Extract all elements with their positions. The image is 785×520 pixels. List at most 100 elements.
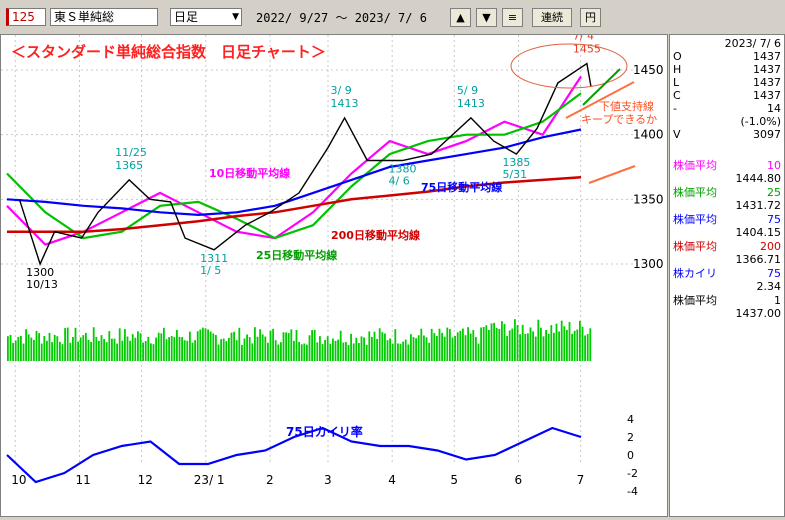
indicator-value-row: 1437.00	[670, 307, 784, 320]
volume-bar	[256, 336, 259, 361]
volume-bar	[12, 342, 14, 361]
volume-bar	[527, 333, 529, 361]
info-sidebar: 2023/ 7/ 6 O 1437 H 1437 L 1437 C 1437 - 14 (-1.0%…	[669, 34, 785, 517]
volume-bar	[326, 336, 329, 361]
indicator-value-row: 1366.71	[670, 253, 784, 266]
volume-bar	[537, 319, 540, 361]
volume-bar	[98, 340, 100, 361]
volume-bar	[38, 333, 40, 361]
volume-bar	[298, 341, 300, 361]
volume-bar	[85, 332, 87, 361]
volume-bar	[519, 334, 521, 361]
renzoku-button[interactable]: 連続	[532, 8, 572, 27]
volume-bar	[337, 339, 339, 361]
volume-bar	[290, 329, 293, 361]
volume-bar	[306, 344, 308, 361]
ohlc-row: H 1437	[670, 63, 784, 76]
indicator-value: 1437.00	[735, 307, 782, 320]
ohlc-row: (-1.0%)	[670, 115, 784, 128]
volume-bar	[576, 329, 579, 361]
volume-bar	[506, 336, 508, 361]
stock-name-field[interactable]: 東Ｓ単純総	[50, 8, 158, 26]
highlight-ellipse	[510, 43, 628, 89]
volume-bar	[334, 340, 337, 361]
indicator-value-row: 1404.15	[670, 226, 784, 239]
indicator-label-row: 株価平均 25	[670, 186, 784, 199]
volume-bar	[415, 338, 417, 361]
stock-code-field[interactable]: 125	[6, 8, 46, 26]
ohlc-row: L 1437	[670, 76, 784, 89]
yen-button[interactable]: 円	[580, 8, 601, 27]
volume-bar	[46, 340, 48, 361]
volume-bar	[168, 337, 170, 361]
indicator-param: 25	[767, 186, 781, 199]
indicator-label-row: 株価平均 10	[670, 159, 784, 172]
volume-bar	[77, 341, 79, 361]
volume-bar	[173, 337, 176, 361]
volume-bar	[358, 343, 360, 361]
scroll-down-button[interactable]: ▼	[476, 8, 497, 27]
volume-bar	[17, 337, 20, 361]
volume-bar	[282, 332, 285, 361]
period-select[interactable]: 日足 ▼	[170, 8, 242, 26]
volume-bar	[454, 336, 456, 361]
ohlc-value: 3097	[753, 128, 781, 141]
volume-bar	[100, 335, 103, 361]
volume-bar	[394, 329, 397, 361]
volume-bar	[464, 335, 467, 361]
x-tick-label: 4	[388, 473, 396, 487]
volume-bar	[35, 330, 38, 361]
volume-bar	[571, 333, 573, 361]
y-tick-label: 1350	[633, 192, 664, 206]
indicator-value: 1431.72	[735, 199, 782, 212]
volume-bar	[152, 344, 155, 361]
kairi-tick-label: -4	[627, 485, 638, 498]
volume-bar	[532, 331, 534, 361]
volume-bar	[584, 335, 586, 361]
volume-bar	[493, 322, 495, 361]
volume-bar	[459, 330, 462, 361]
volume-bar	[402, 341, 404, 361]
indicator-label: 株価平均	[673, 213, 717, 226]
volume-bar	[217, 344, 220, 361]
volume-bar	[261, 334, 264, 361]
menu-button[interactable]: ≡	[502, 8, 523, 27]
annotation-sub: 1365	[115, 159, 143, 172]
volume-bar	[129, 340, 131, 361]
scroll-up-button[interactable]: ▲	[450, 8, 471, 27]
volume-bar	[116, 343, 118, 361]
volume-bar	[287, 333, 290, 361]
volume-bar	[555, 323, 558, 361]
volume-bar	[319, 336, 321, 361]
ohlc-key: -	[673, 102, 677, 115]
annotation-sub: 10/13	[26, 278, 58, 291]
volume-bar	[417, 335, 420, 361]
chart-title: ＜スタンダード単純総合指数 日足チャート＞	[11, 43, 326, 61]
volume-bar	[498, 329, 501, 361]
volume-bar	[212, 333, 215, 361]
annotation-text: 11/25	[115, 146, 147, 159]
ohlc-key: L	[673, 76, 680, 89]
x-tick-label: 11	[75, 473, 90, 487]
indicator-value-row: 1431.72	[670, 199, 784, 212]
volume-bar	[529, 327, 532, 361]
volume-bar	[521, 324, 524, 361]
ohlc-value: 1437	[753, 76, 781, 89]
volume-bar	[121, 340, 124, 361]
volume-bar	[516, 325, 519, 361]
chart-svg: 10 11 12 23/ 1 2 3 4 5 6 713001350140014507/ 4145…	[1, 30, 664, 498]
indicator-label-row: 株価平均 200	[670, 240, 784, 253]
volume-bar	[300, 344, 303, 361]
volume-bar	[40, 343, 43, 361]
annotation-sub: 1413	[457, 97, 485, 110]
volume-bar	[332, 338, 334, 361]
volume-bar	[204, 328, 207, 361]
volume-bar	[397, 343, 399, 361]
volume-bar	[7, 336, 9, 361]
volume-bar	[399, 343, 402, 361]
ma-line	[6, 92, 582, 240]
volume-bar	[220, 339, 222, 361]
x-tick-label: 6	[515, 473, 523, 487]
annotation-text: 3/ 9	[331, 84, 352, 97]
volume-bar	[324, 339, 326, 361]
